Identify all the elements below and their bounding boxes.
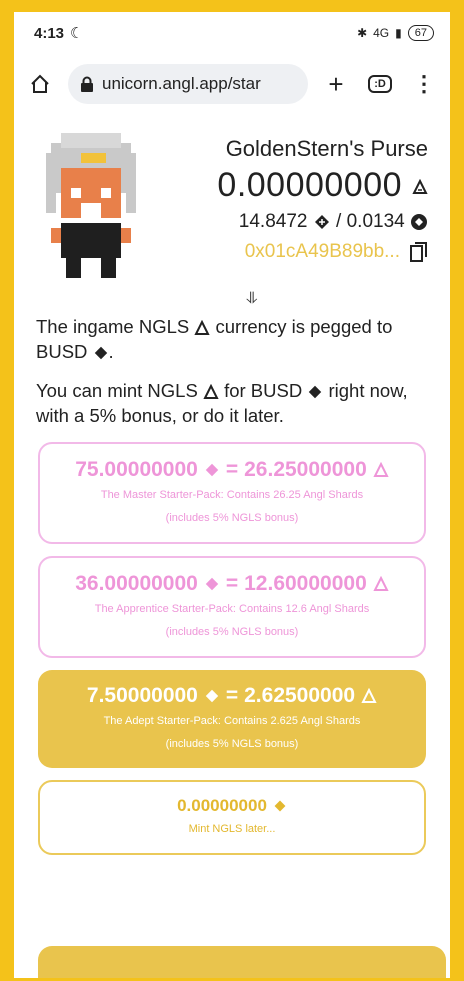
ngls-icon	[373, 576, 389, 591]
mint-info: You can mint NGLS for BUSD right now, wi…	[36, 380, 408, 426]
pack-description: The Adept Starter-Pack: Contains 2.625 A…	[103, 715, 361, 727]
ngls-balance: 0.00000000	[146, 166, 428, 205]
busd-icon	[205, 577, 219, 591]
pack-description: Mint NGLS later...	[188, 823, 276, 835]
pack-busd-price: 75.00000000	[75, 458, 198, 481]
copy-icon[interactable]	[410, 242, 428, 262]
battery-indicator: 67	[407, 25, 434, 41]
pack-description: The Apprentice Starter-Pack: Contains 12…	[94, 603, 370, 615]
bluetooth-icon: ✱	[357, 26, 368, 40]
pack-ngls-amount: 26.25000000	[244, 458, 367, 481]
new-tab-button[interactable]: +	[320, 68, 352, 100]
pack-ngls-amount: 2.62500000	[244, 684, 356, 707]
pack-ngls-amount: 12.60000000	[244, 572, 367, 595]
busd-icon	[94, 346, 107, 360]
avatar	[36, 128, 146, 288]
home-button[interactable]	[24, 68, 56, 100]
home-icon	[31, 74, 49, 93]
browser-toolbar: unicorn.angl.app/star + :D ⋮	[14, 54, 450, 114]
pack-bonus: (includes 5% NGLS bonus)	[165, 512, 299, 524]
status-time: 4:13	[34, 24, 65, 42]
peg-info: The ingame NGLS currency is pegged to BU…	[36, 316, 393, 362]
master-pack-option[interactable]: 75.00000000 = 26.25000000 The Master Sta…	[38, 442, 426, 544]
main-content: GoldenStern's Purse 0.00000000 14.8472 /…	[14, 128, 450, 855]
url-text: unicorn.angl.app/star	[102, 74, 261, 93]
equals-sign: =	[225, 684, 239, 707]
pixel-avatar-image	[46, 133, 136, 278]
amount-separator: /	[336, 211, 347, 232]
ngls-icon	[194, 320, 210, 336]
phone-screen: 4:13 ☾ ✱ 4G ▮ 67 unicorn.angl.app/star +…	[14, 12, 450, 978]
busd-bnb-balance: 14.8472 / 0.0134	[146, 211, 428, 233]
busd-icon	[205, 689, 219, 703]
double-arrow-down-icon: ⥥	[246, 290, 258, 307]
menu-icon: ⋮	[413, 71, 435, 96]
primary-action-button[interactable]	[38, 946, 446, 978]
adept-pack-option[interactable]: 7.50000000 = 2.62500000 The Adept Starte…	[38, 670, 426, 768]
info-text: The ingame NGLS currency is pegged to BU…	[36, 314, 428, 428]
busd-icon	[205, 463, 219, 477]
tabs-button[interactable]: :D	[364, 68, 396, 100]
wallet-address[interactable]: 0x01cA49B89bb...	[146, 241, 428, 263]
equals-sign: =	[225, 572, 239, 595]
bnb-icon	[411, 213, 427, 230]
plus-icon: +	[328, 68, 344, 99]
ngls-icon	[361, 688, 377, 703]
busd-icon	[309, 385, 322, 399]
pack-busd-price: 0.00000000	[177, 796, 267, 815]
mint-later-option[interactable]: 0.00000000 Mint NGLS later...	[38, 780, 426, 855]
bnb-amount: 0.0134	[346, 211, 405, 232]
equals-sign: =	[225, 458, 239, 481]
moon-icon: ☾	[70, 25, 84, 42]
pack-bonus: (includes 5% NGLS bonus)	[165, 626, 299, 638]
lock-icon	[81, 76, 93, 92]
purse-title: GoldenStern's Purse	[225, 136, 428, 161]
pack-busd-price: 36.00000000	[75, 572, 198, 595]
signal-icon: ▮	[395, 26, 402, 40]
ngls-icon	[203, 384, 219, 400]
pack-description: The Master Starter-Pack: Contains 26.25 …	[100, 489, 364, 501]
balance-value: 0.00000000	[217, 166, 403, 204]
apprentice-pack-option[interactable]: 36.00000000 = 12.60000000 The Apprentice…	[38, 556, 426, 658]
busd-icon	[314, 214, 329, 229]
profile-section: GoldenStern's Purse 0.00000000 14.8472 /…	[36, 128, 428, 288]
busd-icon	[274, 800, 286, 812]
ngls-icon	[373, 462, 389, 477]
busd-amount: 14.8472	[238, 211, 308, 232]
ngls-icon	[412, 179, 428, 195]
menu-button[interactable]: ⋮	[408, 68, 440, 100]
address-text: 0x01cA49B89bb...	[244, 241, 400, 262]
tab-count: :D	[368, 75, 392, 93]
pack-bonus: (includes 5% NGLS bonus)	[165, 738, 299, 750]
status-bar: 4:13 ☾ ✱ 4G ▮ 67	[14, 12, 450, 54]
network-label: 4G	[373, 26, 390, 40]
url-bar[interactable]: unicorn.angl.app/star	[68, 64, 308, 104]
pack-busd-price: 7.50000000	[86, 684, 198, 707]
